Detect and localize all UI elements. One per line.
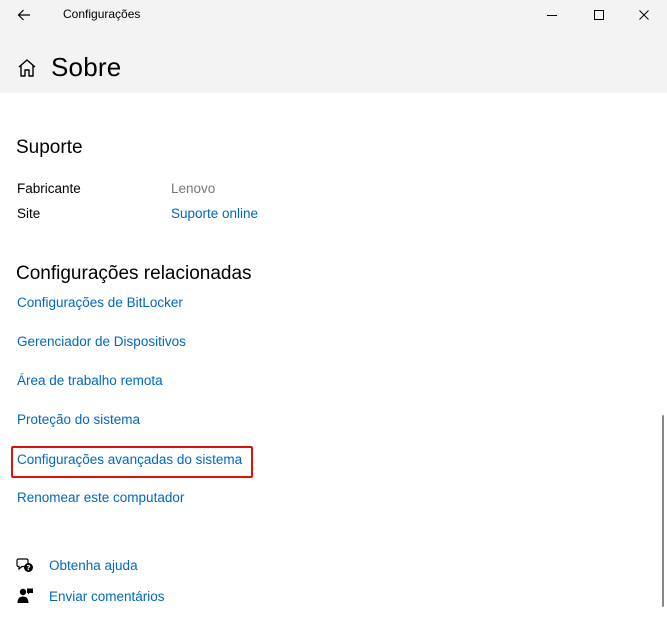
system-protection-link[interactable]: Proteção do sistema [17,412,140,427]
feedback-person-icon [17,588,33,603]
bitlocker-settings-link[interactable]: Configurações de BitLocker [17,295,183,310]
back-arrow-icon [17,9,30,21]
app-title: Configurações [63,7,141,21]
feedback-row[interactable]: Enviar comentários [16,587,165,605]
highlight-box [11,446,253,478]
help-chat-icon: ? [16,558,33,572]
close-button[interactable] [621,0,667,30]
get-help-link[interactable]: Obtenha ajuda [49,558,138,573]
minimize-button[interactable] [529,0,575,30]
send-feedback-link[interactable]: Enviar comentários [49,589,165,604]
title-bar: Configurações [0,0,667,30]
related-settings-title: Configurações relacionadas [16,263,252,284]
scrollbar[interactable] [662,415,664,607]
get-help-row[interactable]: ? Obtenha ajuda [16,556,138,574]
remote-desktop-link[interactable]: Área de trabalho remota [17,373,163,388]
minimize-icon [547,15,557,16]
close-icon [639,10,649,20]
rename-computer-link[interactable]: Renomear este computador [17,490,184,505]
manufacturer-value: Lenovo [171,181,216,196]
home-icon [18,58,36,77]
device-manager-link[interactable]: Gerenciador de Dispositivos [17,334,186,349]
manufacturer-label: Fabricante [17,181,81,196]
svg-text:?: ? [26,564,30,572]
back-button[interactable] [8,0,40,30]
support-online-link[interactable]: Suporte online [171,206,258,221]
support-section-title: Suporte [16,137,83,158]
page-title: Sobre [51,52,122,82]
maximize-icon [594,10,604,20]
settings-window: Configurações Sobre Suporte Fabricante L… [0,0,667,622]
site-label: Site [17,206,41,221]
maximize-button[interactable] [576,0,622,30]
page-header: Sobre [16,52,121,83]
